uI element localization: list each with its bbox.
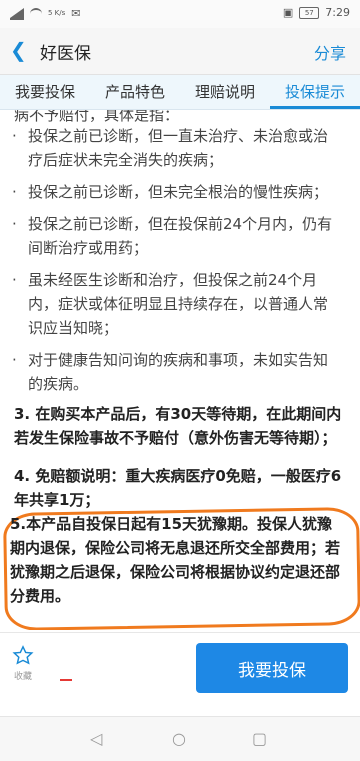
clipped-heading: 病不予赔付，具体是指： [14,110,180,124]
bullet-text: 投保之前已诊断，但未完全根治的慢性疾病； [28,183,329,201]
bullet-dot-icon: · [12,215,17,233]
battery-icon: 57 [299,6,320,19]
bullet-text: 投保之前已诊断，但在投保前24个月内，仍有间断治疗或用药； [28,215,333,257]
bullet-item: · 投保之前已诊断，但未完全根治的慢性疾病； [12,180,342,204]
back-icon[interactable]: ❮ [10,38,27,62]
bullet-item: · 投保之前已诊断，但在投保前24个月内，仍有间断治疗或用药； [12,212,342,260]
paragraph-waiting-period: 3. 在购买本产品后，有30天等待期，在此期间内若发生保险事故不予赔付（意外伤害… [14,405,342,447]
paragraph-cooling-off: 5.本产品自投保日起有15天犹豫期。投保人犹豫期内退保，保险公司将无息退还所交全… [10,515,341,605]
share-button[interactable]: 分享 [314,40,346,64]
notification-icon: ✉ [71,7,81,20]
tab-buy[interactable]: 我要投保 [0,75,90,109]
buy-button[interactable]: 我要投保 [196,643,348,693]
star-icon [12,645,34,665]
system-navigation: ◁ ○ ▢ [0,716,360,761]
status-left: 5 K/s ✉ [10,7,81,20]
bullet-item: · 投保之前已诊断，但一直未治疗、未治愈或治疗后症状未完全消失的疾病； [12,124,342,172]
status-bar: 5 K/s ✉ ▣ 57 7:29 [0,0,360,28]
top-navbar: ❮ 好医保 分享 [0,28,360,75]
bullet-dot-icon: · [12,127,17,145]
vibrate-icon: ▣ [282,6,294,19]
page-title: 好医保 [40,44,91,64]
bullet-dot-icon: · [12,183,17,201]
favorite-button[interactable]: 收藏 [12,645,34,682]
tab-features[interactable]: 产品特色 [90,75,180,109]
bullet-dot-icon: · [12,351,17,369]
clock: 7:29 [325,6,350,19]
bullet-text: 对于健康告知问询的疾病和事项，未如实告知的疾病。 [28,351,329,393]
back-triangle-icon[interactable]: ◁ [90,729,102,748]
bullet-item: · 虽未经医生诊断和治疗，但投保之前24个月内，症状或体征明显且持续存在，以普通… [12,268,342,340]
bullet-item: · 对于健康告知问询的疾病和事项，未如实告知的疾病。 [12,348,342,396]
home-circle-icon[interactable]: ○ [172,729,186,748]
bottom-bar: 收藏 我要投保 [0,632,360,717]
tab-tips[interactable]: 投保提示 [270,75,360,109]
bullet-dot-icon: · [12,271,17,289]
network-speed: 5 K/s [48,9,66,17]
bullet-list: · 投保之前已诊断，但一直未治疗、未治愈或治疗后症状未完全消失的疾病； · 投保… [12,124,342,404]
favorite-label: 收藏 [13,672,32,682]
content-area[interactable]: 病不予赔付，具体是指： · 投保之前已诊断，但一直未治疗、未治愈或治疗后症状未完… [0,110,360,630]
signal-icon [10,7,24,20]
bullet-text: 投保之前已诊断，但一直未治疗、未治愈或治疗后症状未完全消失的疾病； [28,127,329,169]
bullet-text: 虽未经医生诊断和治疗，但投保之前24个月内，症状或体征明显且持续存在，以普通人常… [28,271,329,337]
status-right: ▣ 57 7:29 [283,6,350,19]
red-dash-mark [60,679,72,681]
tab-bar: 我要投保 产品特色 理赔说明 投保提示 [0,75,360,110]
recents-square-icon[interactable]: ▢ [252,729,267,748]
wifi-icon [30,7,42,20]
tab-claims[interactable]: 理赔说明 [180,75,270,109]
paragraph-deductible: 4. 免赔额说明：重大疾病医疗0免赔，一般医疗6年共享1万； [14,467,342,509]
